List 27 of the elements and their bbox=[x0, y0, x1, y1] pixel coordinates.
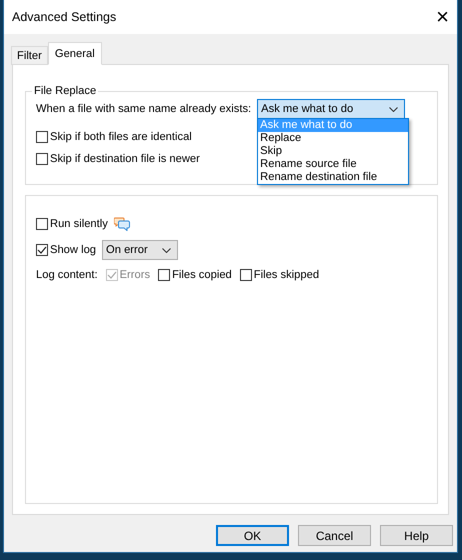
dropdown[interactable]: On error bbox=[102, 240, 178, 260]
dialog-button[interactable]: Help bbox=[380, 525, 453, 546]
checkbox[interactable]: Skip if destination file is newer bbox=[36, 153, 200, 165]
checkmark-icon bbox=[37, 246, 47, 254]
checkbox[interactable]: Skip if both files are identical bbox=[36, 131, 192, 143]
dropdown-option[interactable]: Replace bbox=[258, 132, 408, 145]
chevron-down-icon bbox=[162, 248, 172, 252]
dropdown-option[interactable]: Rename source file bbox=[258, 158, 408, 171]
dialog-button[interactable]: Cancel bbox=[298, 525, 371, 546]
checkbox[interactable]: Files copied bbox=[158, 269, 232, 281]
chevron-down-icon bbox=[389, 106, 398, 112]
group-title: File Replace bbox=[33, 85, 98, 97]
dropdown-option[interactable]: Skip bbox=[258, 145, 408, 158]
tab[interactable]: General bbox=[48, 42, 102, 65]
checkbox[interactable]: Show log bbox=[36, 244, 96, 256]
dialog-button[interactable]: OK bbox=[216, 525, 289, 546]
dropdown[interactable]: Ask me what to do bbox=[257, 99, 406, 119]
checkbox[interactable]: Files skipped bbox=[240, 269, 320, 281]
checkbox[interactable]: Run silently bbox=[36, 218, 108, 230]
close-button[interactable]: × bbox=[436, 6, 449, 28]
field-label: When a file with same name already exists: bbox=[36, 103, 252, 115]
tab[interactable]: Filter bbox=[11, 46, 48, 65]
checkmark-icon bbox=[106, 271, 117, 279]
window-title: Advanced Settings bbox=[12, 10, 116, 24]
dropdown-option[interactable]: Rename destination file bbox=[258, 171, 408, 184]
chat-bubbles-icon bbox=[114, 216, 130, 231]
field-label: Log content: bbox=[36, 269, 98, 281]
